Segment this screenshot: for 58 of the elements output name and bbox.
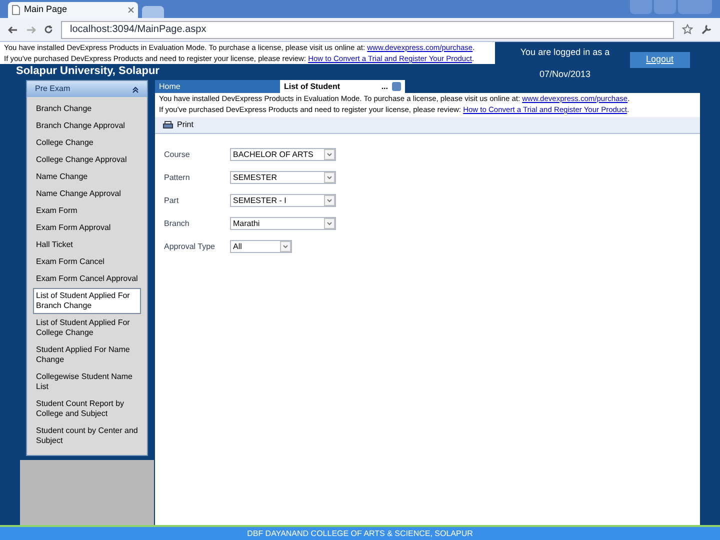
page-tab[interactable]: Home: [155, 80, 280, 93]
sidebar-item[interactable]: List of Student Applied For Branch Change: [33, 288, 141, 314]
forward-icon[interactable]: [26, 26, 36, 34]
printer-icon: [163, 120, 173, 130]
sidebar-item[interactable]: Student Count Report by College and Subject: [33, 396, 141, 422]
chevron-icon: [132, 86, 139, 92]
sidebar-item[interactable]: Exam Form Approval: [33, 220, 141, 236]
site-title: Solapur University, Solapur: [15, 64, 160, 78]
login-status: You are logged in as a: [520, 46, 610, 59]
field-label: Approval Type: [164, 240, 216, 252]
sidebar-item[interactable]: Student count by Center and Subject: [33, 423, 141, 449]
wrench-icon[interactable]: [701, 24, 712, 35]
sidebar-item[interactable]: Student Applied For Name Change: [33, 342, 141, 368]
star-icon[interactable]: [682, 24, 693, 35]
page-icon: [12, 5, 20, 15]
browser-tab[interactable]: Main Page: [8, 2, 138, 18]
sidebar-item[interactable]: Name Change Approval: [33, 186, 141, 202]
date-text: 07/Nov/2013: [539, 68, 591, 80]
field-value: SEMESTER: [232, 172, 278, 184]
tab-label: Home: [159, 80, 182, 92]
close-icon[interactable]: [392, 82, 401, 91]
reload-icon[interactable]: [44, 25, 53, 34]
sidebar-item[interactable]: Branch Change: [33, 101, 141, 117]
sidebar-item[interactable]: Name Change: [33, 169, 141, 185]
sidebar-item[interactable]: College Change: [33, 135, 141, 151]
field-label: Branch: [164, 218, 190, 230]
sidebar-item[interactable]: Hall Ticket: [33, 237, 141, 253]
sidebar-item[interactable]: Branch Change Approval: [33, 118, 141, 134]
sidebar-item[interactable]: Exam Form Cancel Approval: [33, 271, 141, 287]
tab-title: Main Page: [24, 3, 68, 16]
sidebar-item[interactable]: List of Student Applied For College Change: [33, 315, 141, 341]
sidebar-item[interactable]: Exam Form Cancel: [33, 254, 141, 270]
print-button[interactable]: Print: [163, 119, 194, 131]
sidebar-item[interactable]: College Change Approval: [33, 152, 141, 168]
dropdown-field[interactable]: SEMESTER: [230, 171, 336, 184]
logout-button[interactable]: Logout: [630, 52, 690, 68]
footer-text: DBF DAYANAND COLLEGE OF ARTS & SCIENCE, SOLAPUR: [247, 528, 473, 540]
field-value: BACHELOR OF ARTS: [232, 148, 314, 160]
sidebar-item[interactable]: Exam Form: [33, 203, 141, 219]
back-icon[interactable]: [8, 26, 18, 34]
close-icon[interactable]: [128, 7, 134, 13]
new-tab-button[interactable]: [142, 6, 164, 18]
field-label: Course: [164, 148, 191, 160]
group-header[interactable]: Pre Exam: [27, 81, 147, 97]
field-value: Marathi: [232, 218, 261, 230]
dropdown-field[interactable]: SEMESTER - I: [230, 194, 336, 207]
sidebar-item[interactable]: Collegewise Student Name List: [33, 369, 141, 395]
field-label: Part: [164, 194, 180, 206]
dropdown-field[interactable]: BACHELOR OF ARTS: [230, 148, 336, 161]
dropdown-field[interactable]: Marathi: [230, 217, 336, 230]
field-value: SEMESTER - I: [232, 194, 288, 206]
more-text: ...: [381, 80, 388, 92]
dropdown-field[interactable]: All: [230, 240, 292, 253]
page-tab[interactable]: List of Student ...: [280, 80, 405, 93]
field-value: All: [232, 240, 243, 252]
field-label: Pattern: [164, 172, 191, 184]
tab-label: List of Student: [284, 80, 341, 92]
url-field[interactable]: localhost:3094/MainPage.aspx: [61, 20, 674, 38]
